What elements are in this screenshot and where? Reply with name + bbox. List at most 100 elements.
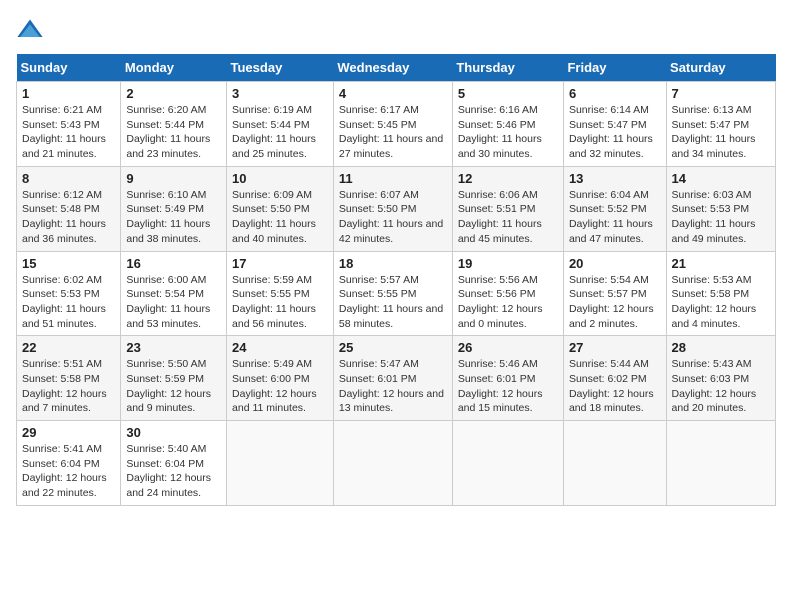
day-number: 16 (126, 256, 221, 271)
calendar-cell: 30 Sunrise: 5:40 AM Sunset: 6:04 PM Dayl… (121, 421, 227, 506)
day-number: 22 (22, 340, 115, 355)
day-info: Sunrise: 6:09 AM Sunset: 5:50 PM Dayligh… (232, 188, 328, 247)
day-number: 7 (672, 86, 770, 101)
calendar-cell: 29 Sunrise: 5:41 AM Sunset: 6:04 PM Dayl… (17, 421, 121, 506)
calendar-cell: 5 Sunrise: 6:16 AM Sunset: 5:46 PM Dayli… (452, 82, 563, 167)
day-info: Sunrise: 6:03 AM Sunset: 5:53 PM Dayligh… (672, 188, 770, 247)
day-info: Sunrise: 6:17 AM Sunset: 5:45 PM Dayligh… (339, 103, 447, 162)
day-number: 5 (458, 86, 558, 101)
col-header-wednesday: Wednesday (333, 54, 452, 82)
day-info: Sunrise: 6:07 AM Sunset: 5:50 PM Dayligh… (339, 188, 447, 247)
calendar-cell: 10 Sunrise: 6:09 AM Sunset: 5:50 PM Dayl… (227, 166, 334, 251)
day-number: 13 (569, 171, 661, 186)
day-info: Sunrise: 5:40 AM Sunset: 6:04 PM Dayligh… (126, 442, 221, 501)
calendar-cell: 15 Sunrise: 6:02 AM Sunset: 5:53 PM Dayl… (17, 251, 121, 336)
day-info: Sunrise: 5:41 AM Sunset: 6:04 PM Dayligh… (22, 442, 115, 501)
col-header-monday: Monday (121, 54, 227, 82)
day-number: 27 (569, 340, 661, 355)
col-header-tuesday: Tuesday (227, 54, 334, 82)
day-number: 25 (339, 340, 447, 355)
day-number: 6 (569, 86, 661, 101)
calendar-cell: 28 Sunrise: 5:43 AM Sunset: 6:03 PM Dayl… (666, 336, 775, 421)
day-info: Sunrise: 5:59 AM Sunset: 5:55 PM Dayligh… (232, 273, 328, 332)
day-number: 30 (126, 425, 221, 440)
day-info: Sunrise: 5:50 AM Sunset: 5:59 PM Dayligh… (126, 357, 221, 416)
calendar-cell (227, 421, 334, 506)
calendar-cell (452, 421, 563, 506)
calendar-cell: 24 Sunrise: 5:49 AM Sunset: 6:00 PM Dayl… (227, 336, 334, 421)
day-number: 24 (232, 340, 328, 355)
calendar-cell: 17 Sunrise: 5:59 AM Sunset: 5:55 PM Dayl… (227, 251, 334, 336)
calendar-cell: 4 Sunrise: 6:17 AM Sunset: 5:45 PM Dayli… (333, 82, 452, 167)
day-info: Sunrise: 6:00 AM Sunset: 5:54 PM Dayligh… (126, 273, 221, 332)
day-number: 1 (22, 86, 115, 101)
col-header-thursday: Thursday (452, 54, 563, 82)
day-number: 17 (232, 256, 328, 271)
day-number: 18 (339, 256, 447, 271)
day-number: 10 (232, 171, 328, 186)
day-info: Sunrise: 5:56 AM Sunset: 5:56 PM Dayligh… (458, 273, 558, 332)
calendar-cell (563, 421, 666, 506)
day-info: Sunrise: 5:46 AM Sunset: 6:01 PM Dayligh… (458, 357, 558, 416)
day-info: Sunrise: 5:51 AM Sunset: 5:58 PM Dayligh… (22, 357, 115, 416)
calendar-cell: 6 Sunrise: 6:14 AM Sunset: 5:47 PM Dayli… (563, 82, 666, 167)
calendar-cell: 11 Sunrise: 6:07 AM Sunset: 5:50 PM Dayl… (333, 166, 452, 251)
calendar-cell: 21 Sunrise: 5:53 AM Sunset: 5:58 PM Dayl… (666, 251, 775, 336)
calendar-cell: 27 Sunrise: 5:44 AM Sunset: 6:02 PM Dayl… (563, 336, 666, 421)
calendar-cell (333, 421, 452, 506)
day-number: 12 (458, 171, 558, 186)
calendar-cell: 2 Sunrise: 6:20 AM Sunset: 5:44 PM Dayli… (121, 82, 227, 167)
calendar-cell: 26 Sunrise: 5:46 AM Sunset: 6:01 PM Dayl… (452, 336, 563, 421)
day-number: 19 (458, 256, 558, 271)
day-info: Sunrise: 5:57 AM Sunset: 5:55 PM Dayligh… (339, 273, 447, 332)
day-info: Sunrise: 6:06 AM Sunset: 5:51 PM Dayligh… (458, 188, 558, 247)
calendar-cell: 18 Sunrise: 5:57 AM Sunset: 5:55 PM Dayl… (333, 251, 452, 336)
day-number: 23 (126, 340, 221, 355)
day-number: 29 (22, 425, 115, 440)
day-number: 26 (458, 340, 558, 355)
day-info: Sunrise: 5:44 AM Sunset: 6:02 PM Dayligh… (569, 357, 661, 416)
calendar-table: SundayMondayTuesdayWednesdayThursdayFrid… (16, 54, 776, 506)
day-info: Sunrise: 6:20 AM Sunset: 5:44 PM Dayligh… (126, 103, 221, 162)
day-number: 9 (126, 171, 221, 186)
col-header-saturday: Saturday (666, 54, 775, 82)
calendar-cell: 8 Sunrise: 6:12 AM Sunset: 5:48 PM Dayli… (17, 166, 121, 251)
calendar-cell: 25 Sunrise: 5:47 AM Sunset: 6:01 PM Dayl… (333, 336, 452, 421)
calendar-cell: 12 Sunrise: 6:06 AM Sunset: 5:51 PM Dayl… (452, 166, 563, 251)
calendar-cell: 9 Sunrise: 6:10 AM Sunset: 5:49 PM Dayli… (121, 166, 227, 251)
calendar-cell (666, 421, 775, 506)
calendar-cell: 7 Sunrise: 6:13 AM Sunset: 5:47 PM Dayli… (666, 82, 775, 167)
day-number: 28 (672, 340, 770, 355)
day-info: Sunrise: 5:49 AM Sunset: 6:00 PM Dayligh… (232, 357, 328, 416)
col-header-friday: Friday (563, 54, 666, 82)
day-number: 8 (22, 171, 115, 186)
day-number: 11 (339, 171, 447, 186)
day-info: Sunrise: 5:43 AM Sunset: 6:03 PM Dayligh… (672, 357, 770, 416)
calendar-cell: 19 Sunrise: 5:56 AM Sunset: 5:56 PM Dayl… (452, 251, 563, 336)
day-info: Sunrise: 6:04 AM Sunset: 5:52 PM Dayligh… (569, 188, 661, 247)
day-info: Sunrise: 5:47 AM Sunset: 6:01 PM Dayligh… (339, 357, 447, 416)
calendar-cell: 20 Sunrise: 5:54 AM Sunset: 5:57 PM Dayl… (563, 251, 666, 336)
calendar-cell: 23 Sunrise: 5:50 AM Sunset: 5:59 PM Dayl… (121, 336, 227, 421)
calendar-cell: 14 Sunrise: 6:03 AM Sunset: 5:53 PM Dayl… (666, 166, 775, 251)
calendar-cell: 3 Sunrise: 6:19 AM Sunset: 5:44 PM Dayli… (227, 82, 334, 167)
day-info: Sunrise: 6:13 AM Sunset: 5:47 PM Dayligh… (672, 103, 770, 162)
day-info: Sunrise: 6:21 AM Sunset: 5:43 PM Dayligh… (22, 103, 115, 162)
day-info: Sunrise: 6:12 AM Sunset: 5:48 PM Dayligh… (22, 188, 115, 247)
calendar-cell: 1 Sunrise: 6:21 AM Sunset: 5:43 PM Dayli… (17, 82, 121, 167)
day-number: 3 (232, 86, 328, 101)
page-header (16, 16, 776, 44)
day-info: Sunrise: 6:16 AM Sunset: 5:46 PM Dayligh… (458, 103, 558, 162)
day-info: Sunrise: 6:02 AM Sunset: 5:53 PM Dayligh… (22, 273, 115, 332)
calendar-cell: 22 Sunrise: 5:51 AM Sunset: 5:58 PM Dayl… (17, 336, 121, 421)
day-number: 14 (672, 171, 770, 186)
day-number: 2 (126, 86, 221, 101)
calendar-cell: 16 Sunrise: 6:00 AM Sunset: 5:54 PM Dayl… (121, 251, 227, 336)
logo (16, 16, 48, 44)
day-number: 20 (569, 256, 661, 271)
day-info: Sunrise: 6:19 AM Sunset: 5:44 PM Dayligh… (232, 103, 328, 162)
day-info: Sunrise: 5:53 AM Sunset: 5:58 PM Dayligh… (672, 273, 770, 332)
day-number: 15 (22, 256, 115, 271)
day-number: 4 (339, 86, 447, 101)
day-number: 21 (672, 256, 770, 271)
